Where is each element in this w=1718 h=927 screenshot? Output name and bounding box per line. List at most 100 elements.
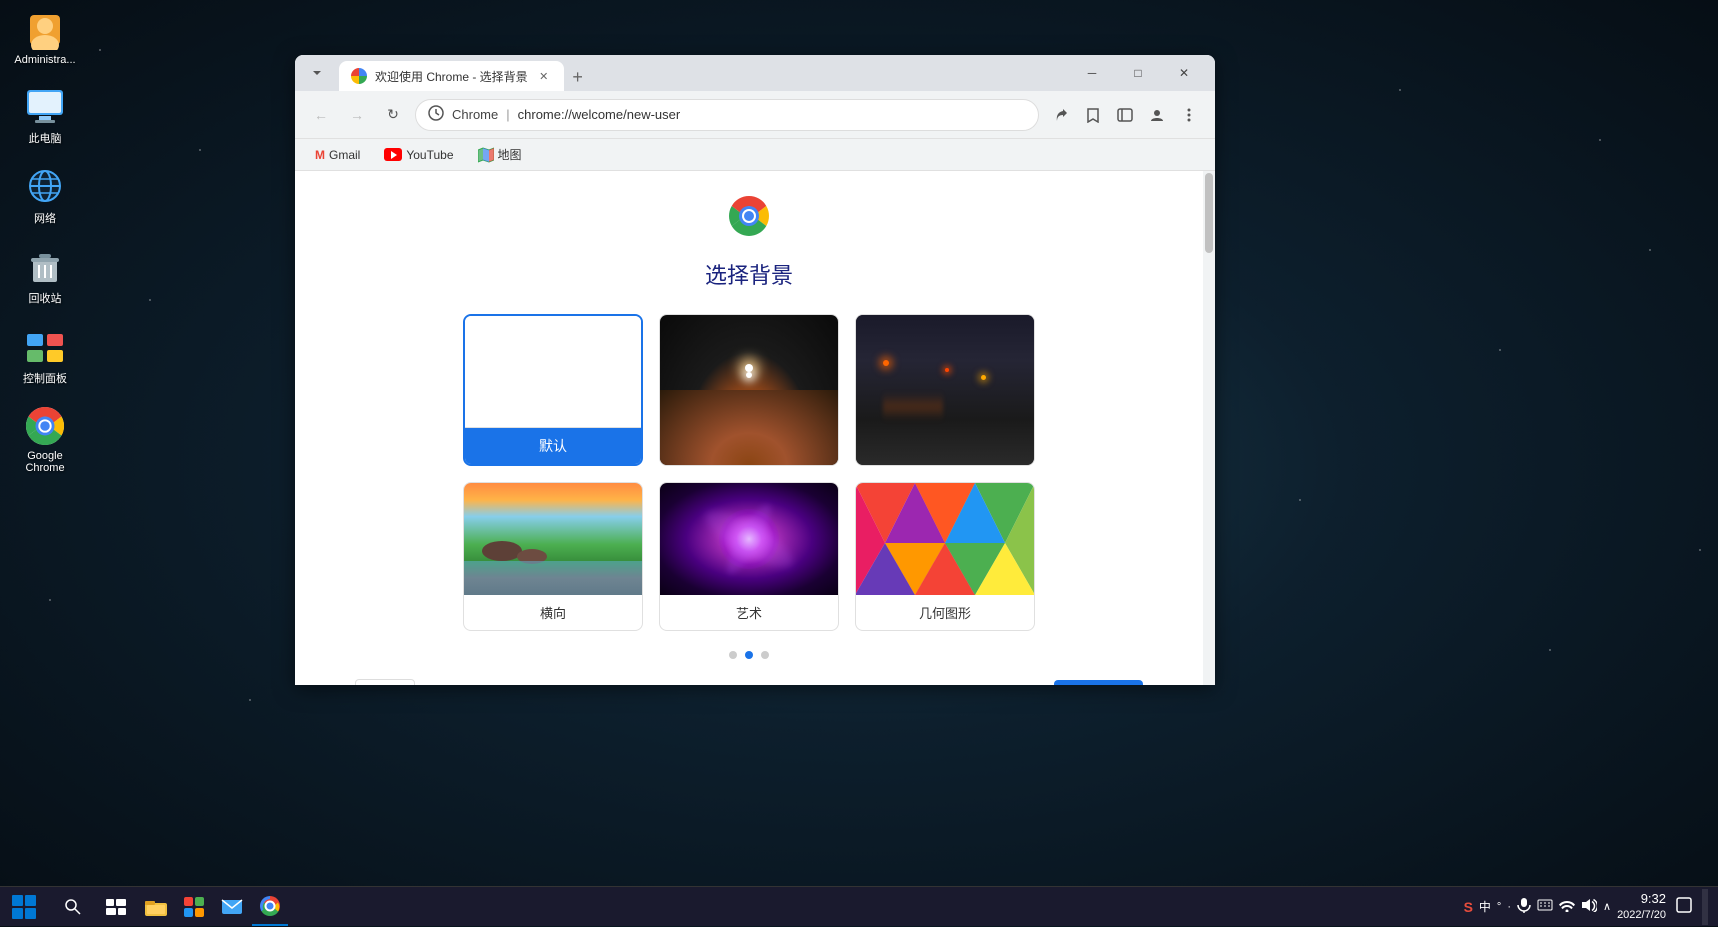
taskbar-items — [134, 888, 1454, 926]
bookmark-maps[interactable]: 地图 — [470, 142, 530, 167]
maximize-button[interactable]: □ — [1115, 57, 1161, 89]
youtube-icon — [384, 148, 402, 161]
notification-button[interactable] — [1672, 897, 1696, 916]
scrollbar-thumb[interactable] — [1205, 173, 1213, 253]
desktop-icon-control-panel-label: 控制面板 — [23, 370, 67, 386]
city-label: 城市景观 — [856, 465, 1034, 466]
bookmark-youtube-label: YouTube — [406, 148, 453, 162]
show-desktop-button[interactable] — [1702, 889, 1708, 925]
desktop-icon-computer[interactable]: 此电脑 — [10, 86, 80, 146]
next-button[interactable]: 下一步 › — [1054, 680, 1143, 685]
taskbar-item-mail[interactable] — [214, 889, 250, 925]
pagination-dot-1[interactable] — [729, 651, 737, 659]
desktop-icon-recycle[interactable]: 回收站 — [10, 246, 80, 306]
desktop-icon-network[interactable]: 网络 — [10, 166, 80, 226]
bookmark-maps-label: 地图 — [498, 146, 522, 163]
profile-button[interactable] — [1143, 101, 1171, 129]
background-card-art[interactable]: 艺术 — [659, 482, 839, 631]
punct-icon[interactable]: ° — [1497, 901, 1501, 913]
sidebar-button[interactable] — [1111, 101, 1139, 129]
ime-icon[interactable]: S — [1464, 899, 1473, 915]
task-view-button[interactable] — [98, 889, 134, 925]
back-button[interactable]: ← — [307, 101, 335, 129]
forward-button[interactable]: → — [343, 101, 371, 129]
volume-icon[interactable] — [1581, 898, 1597, 915]
clock-date: 2022/7/20 — [1617, 908, 1666, 922]
pagination-dot-2[interactable] — [745, 651, 753, 659]
taskbar-item-store[interactable] — [176, 889, 212, 925]
minimize-button[interactable]: ─ — [1069, 57, 1115, 89]
tab-favicon — [351, 68, 367, 84]
taskbar-item-explorer[interactable] — [138, 889, 174, 925]
search-button[interactable] — [48, 887, 98, 927]
default-preview — [465, 316, 641, 428]
keyboard-icon[interactable] — [1537, 899, 1553, 914]
chrome-logo — [335, 191, 1163, 246]
microphone-icon[interactable] — [1517, 897, 1531, 916]
bookmark-button[interactable] — [1079, 101, 1107, 129]
bookmarks-bar: M Gmail YouTube 地图 — [295, 139, 1215, 171]
default-label: 默认 — [465, 428, 641, 464]
background-card-landscape[interactable]: 横向 — [463, 482, 643, 631]
active-tab[interactable]: 欢迎使用 Chrome - 选择背景 ✕ — [339, 61, 564, 91]
tray-icons: S 中 ° · — [1464, 897, 1612, 916]
window-controls: ─ □ ✕ — [1069, 57, 1207, 89]
close-button[interactable]: ✕ — [1161, 57, 1207, 89]
chrome-taskbar-icon — [260, 896, 280, 916]
address-actions — [1047, 101, 1203, 129]
network-tray-icon[interactable] — [1559, 898, 1575, 915]
reload-button[interactable]: ↻ — [379, 101, 407, 129]
art-label: 艺术 — [660, 595, 838, 630]
background-card-default[interactable]: 默认 — [463, 314, 643, 466]
page-main-title: 选择背景 — [335, 258, 1163, 290]
bookmark-gmail-label: Gmail — [329, 148, 360, 162]
desktop-icon-administrator[interactable]: Administra... — [10, 10, 80, 66]
landscape-label: 横向 — [464, 595, 642, 630]
city-preview — [856, 315, 1034, 465]
bookmark-gmail[interactable]: M Gmail — [307, 144, 368, 166]
background-card-city[interactable]: 城市景观 — [855, 314, 1035, 466]
background-card-earth[interactable]: 地球 — [659, 314, 839, 466]
page-content: 选择背景 默认 — [295, 171, 1203, 685]
bottom-actions: 跳过 下一步 › — [335, 679, 1163, 685]
tab-close-button[interactable]: ✕ — [536, 68, 552, 84]
desktop-icon-chrome-label: Google Chrome — [10, 450, 80, 474]
pagination-dot-3[interactable] — [761, 651, 769, 659]
url-text: chrome://welcome/new-user — [518, 107, 1026, 122]
security-icon — [428, 105, 444, 124]
title-bar: 欢迎使用 Chrome - 选择背景 ✕ + ─ □ ✕ — [295, 55, 1215, 91]
maps-icon — [478, 147, 494, 163]
menu-button[interactable] — [1175, 101, 1203, 129]
taskbar-item-chrome[interactable] — [252, 888, 288, 926]
earth-label: 地球 — [660, 465, 838, 466]
desktop-icon-computer-label: 此电脑 — [29, 130, 62, 146]
geometric-label: 几何图形 — [856, 595, 1034, 630]
input-method-icon[interactable]: 中 — [1479, 898, 1491, 915]
address-input[interactable]: Chrome | chrome://welcome/new-user — [415, 99, 1039, 131]
full-width-icon[interactable]: · — [1507, 901, 1511, 913]
clock-time: 9:32 — [1617, 891, 1666, 908]
tray-expand[interactable]: ∧ — [1603, 900, 1611, 913]
chrome-window: 欢迎使用 Chrome - 选择背景 ✕ + ─ □ ✕ ← → ↻ Chrom… — [295, 55, 1215, 685]
gmail-icon: M — [315, 148, 325, 162]
tab-title: 欢迎使用 Chrome - 选择背景 — [375, 68, 528, 85]
background-card-geometric[interactable]: 几何图形 — [855, 482, 1035, 631]
scrollbar[interactable] — [1203, 171, 1215, 685]
address-bar: ← → ↻ Chrome | chrome://welcome/new-user — [295, 91, 1215, 139]
desktop-icon-chrome[interactable]: Google Chrome — [10, 406, 80, 474]
desktop-icon-control-panel[interactable]: 控制面板 — [10, 326, 80, 386]
start-button[interactable] — [0, 887, 48, 927]
share-button[interactable] — [1047, 101, 1075, 129]
background-grid: 默认 地球 — [335, 314, 1163, 631]
system-clock[interactable]: 9:32 2022/7/20 — [1617, 891, 1666, 922]
taskbar-right: S 中 ° · — [1454, 889, 1718, 925]
bookmark-youtube[interactable]: YouTube — [376, 144, 461, 166]
geometric-preview — [856, 483, 1034, 595]
galaxy-preview — [660, 483, 838, 595]
new-tab-button[interactable]: + — [564, 63, 592, 91]
skip-button[interactable]: 跳过 — [355, 679, 415, 685]
earth-preview — [660, 315, 838, 465]
tab-bar: 欢迎使用 Chrome - 选择背景 ✕ + — [339, 55, 1061, 91]
tab-dropdown-button[interactable] — [303, 59, 331, 87]
pagination — [335, 651, 1163, 659]
